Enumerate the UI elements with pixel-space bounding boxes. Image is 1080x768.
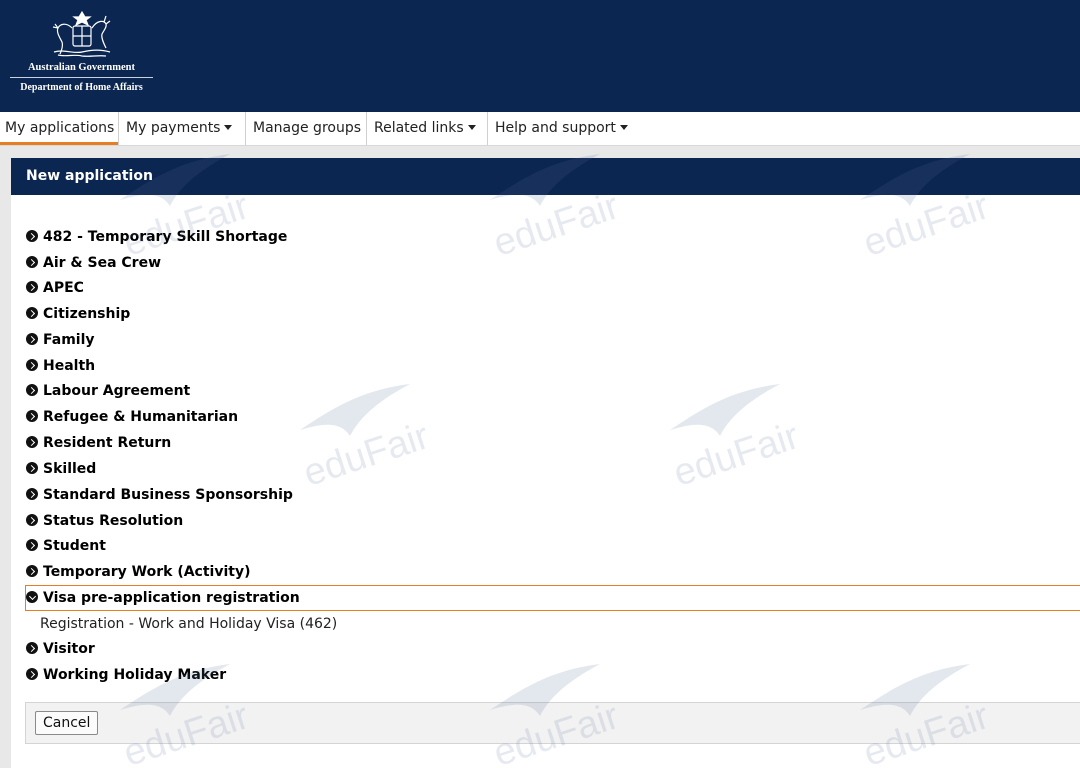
top-navigation: My applications My payments Manage group… [0, 112, 1080, 146]
category-label: Refugee & Humanitarian [43, 409, 239, 425]
watermark-logo: eduFair [290, 380, 434, 495]
caret-down-icon [619, 125, 628, 130]
category-apec[interactable]: APEC [26, 276, 84, 300]
panel-header: New application [11, 158, 1080, 195]
left-margin-strip [0, 158, 11, 768]
category-refugee-humanitarian[interactable]: Refugee & Humanitarian [26, 405, 238, 429]
chevron-circle-right-icon [26, 384, 38, 396]
chevron-circle-right-icon [26, 539, 38, 551]
category-standard-business-sponsorship[interactable]: Standard Business Sponsorship [26, 483, 293, 507]
chevron-circle-right-icon [26, 230, 38, 242]
caret-down-icon [224, 125, 233, 130]
panel-title: New application [26, 168, 153, 184]
category-label: Status Resolution [43, 513, 184, 529]
category-visitor[interactable]: Visitor [26, 637, 95, 661]
nav-label: My payments [126, 120, 221, 136]
category-labour-agreement[interactable]: Labour Agreement [26, 379, 190, 403]
category-status-resolution[interactable]: Status Resolution [26, 509, 183, 533]
category-label: Family [43, 332, 95, 348]
nav-separator [118, 112, 119, 145]
category-482-temporary-skill-shortage[interactable]: 482 - Temporary Skill Shortage [26, 225, 287, 249]
caret-down-icon [467, 125, 476, 130]
button-bar: Cancel [25, 702, 1080, 744]
watermark-swoosh-icon [300, 384, 410, 436]
category-label: Health [43, 358, 96, 374]
chevron-circle-right-icon [26, 359, 38, 371]
chevron-circle-right-icon [26, 462, 38, 474]
category-health[interactable]: Health [26, 354, 95, 378]
subitem-registration-work-holiday-462[interactable]: Registration - Work and Holiday Visa (46… [40, 612, 337, 636]
category-skilled[interactable]: Skilled [26, 457, 96, 481]
category-visa-pre-application-registration[interactable]: Visa pre-application registration [26, 586, 300, 610]
nav-label: Help and support [495, 120, 616, 136]
nav-separator [245, 112, 246, 145]
nav-related-links[interactable]: Related links [374, 112, 476, 145]
category-student[interactable]: Student [26, 534, 106, 558]
department-name: Department of Home Affairs [20, 82, 143, 93]
chevron-circle-right-icon [26, 410, 38, 422]
nav-my-payments[interactable]: My payments [126, 112, 233, 145]
nav-separator [366, 112, 367, 145]
chevron-circle-right-icon [26, 281, 38, 293]
header-divider [10, 77, 153, 78]
category-working-holiday-maker[interactable]: Working Holiday Maker [26, 663, 226, 687]
category-label: Visa pre-application registration [43, 590, 300, 606]
nav-label: Manage groups [253, 120, 362, 136]
watermark-text: eduFair [298, 415, 435, 495]
nav-my-applications[interactable]: My applications [0, 112, 120, 145]
government-name: Australian Government [27, 62, 136, 73]
watermark-swoosh-icon [670, 384, 780, 436]
nav-separator [487, 112, 488, 145]
chevron-circle-right-icon [26, 668, 38, 680]
nav-label: My applications [5, 120, 115, 136]
nav-manage-groups[interactable]: Manage groups [253, 112, 361, 145]
nav-label: Related links [374, 120, 464, 136]
category-family[interactable]: Family [26, 328, 95, 352]
nav-help-and-support[interactable]: Help and support [495, 112, 628, 145]
category-label: Resident Return [43, 435, 172, 451]
watermark-logo: eduFair [660, 380, 804, 495]
category-label: Temporary Work (Activity) [43, 564, 251, 580]
category-air-sea-crew[interactable]: Air & Sea Crew [26, 251, 161, 275]
category-label: Standard Business Sponsorship [43, 487, 293, 503]
chevron-circle-down-icon [26, 591, 38, 603]
category-label: 482 - Temporary Skill Shortage [43, 229, 288, 245]
chevron-circle-right-icon [26, 488, 38, 500]
category-citizenship[interactable]: Citizenship [26, 302, 130, 326]
category-label: APEC [43, 280, 84, 296]
category-label: Skilled [43, 461, 97, 477]
nav-shadow-band [0, 146, 1080, 158]
chevron-circle-right-icon [26, 436, 38, 448]
category-label: Student [43, 538, 106, 554]
cancel-button[interactable]: Cancel [35, 711, 99, 735]
government-header: Australian Government Department of Home… [0, 0, 1080, 112]
category-label: Visitor [43, 641, 95, 657]
category-label: Working Holiday Maker [43, 667, 227, 683]
chevron-circle-right-icon [26, 256, 38, 268]
watermark-text: eduFair [668, 415, 805, 495]
category-label: Air & Sea Crew [43, 255, 162, 271]
watermark-text: eduFair [488, 185, 625, 265]
chevron-circle-right-icon [26, 565, 38, 577]
category-label: Labour Agreement [43, 383, 191, 399]
watermark-text: eduFair [858, 185, 995, 265]
category-resident-return[interactable]: Resident Return [26, 431, 171, 455]
chevron-circle-right-icon [26, 642, 38, 654]
chevron-circle-right-icon [26, 307, 38, 319]
category-temporary-work-activity[interactable]: Temporary Work (Activity) [26, 560, 250, 584]
category-label: Citizenship [43, 306, 131, 322]
chevron-circle-right-icon [26, 514, 38, 526]
coat-of-arms-logo [52, 10, 111, 57]
chevron-circle-right-icon [26, 333, 38, 345]
